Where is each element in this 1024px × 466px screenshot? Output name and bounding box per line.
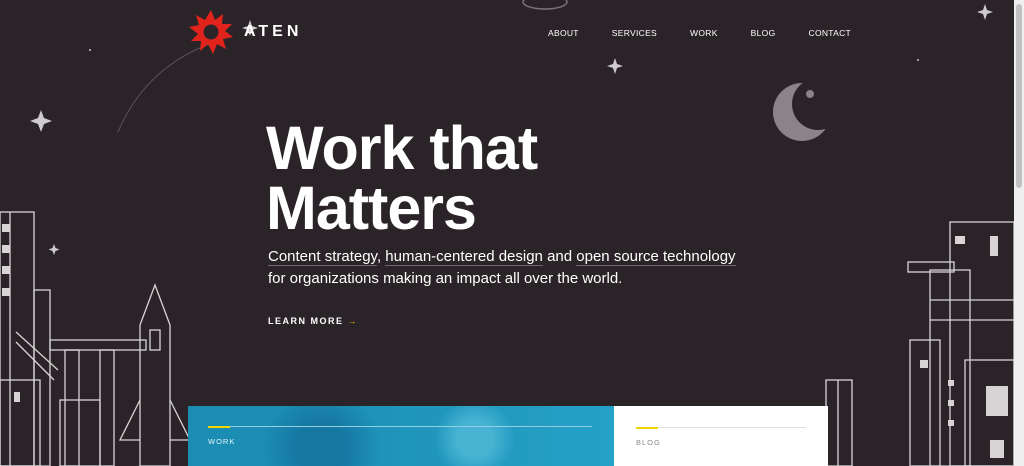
work-card-accent bbox=[208, 426, 230, 428]
hero-subtitle: Content strategy, human-centered design … bbox=[268, 246, 768, 290]
learn-more-link[interactable]: LEARN MORE → bbox=[268, 316, 358, 326]
hero-title-line1: Work that bbox=[266, 114, 538, 182]
nav-blog[interactable]: BLOG bbox=[751, 28, 776, 38]
link-human-centered-design[interactable]: human-centered design bbox=[385, 248, 543, 266]
blog-card-divider bbox=[636, 427, 806, 428]
nav-work[interactable]: WORK bbox=[690, 28, 718, 38]
scrollbar-thumb[interactable] bbox=[1016, 4, 1022, 188]
work-card[interactable]: WORK bbox=[188, 406, 614, 466]
subtitle-rest: for organizations making an impact all o… bbox=[268, 270, 623, 287]
learn-more-label: LEARN MORE bbox=[268, 316, 344, 326]
hero-title-line2: Matters bbox=[266, 174, 477, 242]
aten-sunburst-icon bbox=[189, 10, 233, 54]
blog-card-accent bbox=[636, 427, 658, 429]
left-city-illustration bbox=[0, 211, 192, 466]
blog-card[interactable]: BLOG bbox=[614, 406, 828, 466]
link-open-source-technology[interactable]: open source technology bbox=[576, 248, 736, 266]
main-nav: ABOUT SERVICES WORK BLOG CONTACT bbox=[548, 28, 884, 38]
link-content-strategy[interactable]: Content strategy bbox=[268, 248, 377, 266]
logo[interactable]: ATEN bbox=[188, 9, 302, 55]
brand-name: ATEN bbox=[244, 23, 303, 40]
nav-services[interactable]: SERVICES bbox=[612, 28, 657, 38]
moon-icon bbox=[773, 78, 844, 141]
hero-title: Work that Matters bbox=[266, 118, 538, 239]
blog-card-label: BLOG bbox=[636, 438, 661, 447]
work-card-divider bbox=[208, 426, 592, 427]
work-card-photo bbox=[248, 406, 614, 466]
page-scrollbar[interactable] bbox=[1014, 0, 1024, 466]
work-card-label: WORK bbox=[208, 437, 236, 446]
right-city-illustration bbox=[825, 221, 1014, 466]
nav-about[interactable]: ABOUT bbox=[548, 28, 579, 38]
arrow-right-icon: → bbox=[347, 316, 359, 326]
subtitle-and: and bbox=[542, 248, 577, 265]
nav-contact[interactable]: CONTACT bbox=[809, 28, 852, 38]
